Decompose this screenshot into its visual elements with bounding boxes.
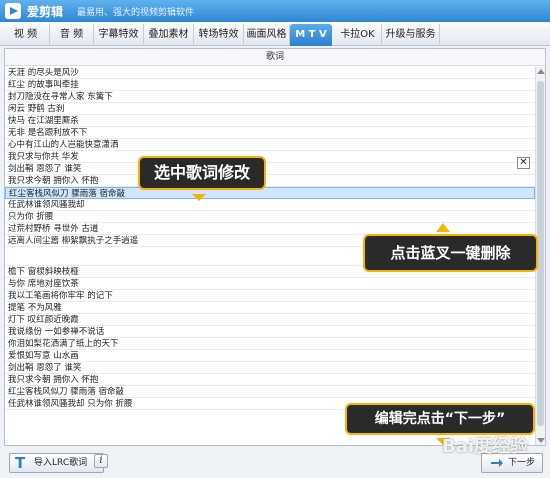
callout-select-lyric: 选中歌词修改 <box>138 156 266 190</box>
tab-karaoke[interactable]: 卡拉OK <box>334 24 382 46</box>
scroll-thumb[interactable] <box>537 81 544 426</box>
tab-bar: 视 频 音 频 字幕特效 叠加素材 转场特效 画面风格 M T V 卡拉OK 升… <box>0 22 550 46</box>
lyric-row[interactable]: 无非 是名跟利放不下 <box>5 127 535 139</box>
tab-picture-style[interactable]: 画面风格 <box>244 24 290 46</box>
app-title: 爱剪辑 <box>27 5 64 19</box>
scroll-down-icon[interactable] <box>537 438 545 443</box>
tab-subtitle-effects[interactable]: 字幕特效 <box>94 24 144 46</box>
lyric-row[interactable]: 我只求与你共 华发 <box>5 151 535 163</box>
lyric-row[interactable]: 你泪如梨花洒满了纸上的天下 <box>5 338 535 350</box>
lyric-row[interactable]: 灯下 叹红颜近晚霞 <box>5 314 535 326</box>
app-slogan: 最易用、强大的视频剪辑软件 <box>77 8 195 18</box>
app-logo-icon <box>5 3 21 19</box>
tab-video[interactable]: 视 频 <box>2 24 50 46</box>
lyric-row[interactable]: 我只求今朝 拥你入 怀抱 <box>5 175 535 187</box>
lyric-row-selected[interactable]: 红尘客栈风似刀 骤雨落 宿命敲 <box>5 187 535 199</box>
lyric-row[interactable]: 剑出鞘 恩怨了 谁笑 <box>5 362 535 374</box>
next-step-label: 下一步 <box>508 458 536 468</box>
lyrics-header: 歌词 <box>5 49 545 66</box>
lyric-row[interactable]: 快马 在江湖里厮杀 <box>5 115 535 127</box>
lyric-row[interactable]: 红尘客栈风似刀 骤雨落 宿命敲 <box>5 386 535 398</box>
lyric-row[interactable]: 我以工笔画将你牢牢 的记下 <box>5 290 535 302</box>
tab-overlay-material[interactable]: 叠加素材 <box>144 24 194 46</box>
lyric-row[interactable]: 剑出鞘 恩怨了 谁笑 <box>5 163 535 175</box>
tab-audio[interactable]: 音 频 <box>50 24 94 46</box>
title-bar: 爱剪辑 最易用、强大的视频剪辑软件 <box>0 0 550 22</box>
lyric-row[interactable]: 闲云 野鹤 古刹 <box>5 103 535 115</box>
lyric-row[interactable]: 我只求今朝 拥你入 怀抱 <box>5 374 535 386</box>
lyric-row[interactable]: 只为你 折腰 <box>5 211 535 223</box>
lyric-row[interactable]: 封刀隐没在寻常人家 东篱下 <box>5 91 535 103</box>
lyric-row[interactable]: 红尘 的故事叫牵挂 <box>5 79 535 91</box>
lyric-row[interactable]: 天涯 的尽头是风沙 <box>5 67 535 79</box>
scroll-up-icon[interactable] <box>537 69 545 74</box>
callout-next-hint: 编辑完点击“下一步” <box>345 403 535 435</box>
callout-pointer <box>436 223 450 232</box>
arrow-right-icon <box>491 459 503 467</box>
lyric-row[interactable]: 任武林谁领风骚我却 <box>5 199 535 211</box>
tab-mtv[interactable]: M T V <box>290 24 332 46</box>
lyric-row[interactable]: 与你 席地对座饮茶 <box>5 278 535 290</box>
text-t-icon: T <box>15 454 26 472</box>
lyric-row[interactable]: 爱恨如写意 山水画 <box>5 350 535 362</box>
lyric-row[interactable]: 心中有江山的人岂能快意潇洒 <box>5 139 535 151</box>
tab-transition-effects[interactable]: 转场特效 <box>194 24 244 46</box>
import-lrc-label: 导入LRC歌词 <box>34 458 88 468</box>
tab-upgrade-service[interactable]: 升级与服务 <box>382 24 440 46</box>
lyric-row[interactable]: 我说缘份 一如参禅不说话 <box>5 326 535 338</box>
callout-delete-hint: 点击蓝叉一键删除 <box>363 234 538 272</box>
import-lrc-button[interactable]: T 导入LRC歌词 <box>9 453 104 473</box>
watermark: Bai度经验 <box>442 436 529 457</box>
lyric-row[interactable]: 提笔 不为风雅 <box>5 302 535 314</box>
callout-pointer <box>192 194 206 201</box>
delete-lyric-button[interactable]: ✕ <box>517 157 530 169</box>
info-button[interactable]: i <box>94 454 108 468</box>
